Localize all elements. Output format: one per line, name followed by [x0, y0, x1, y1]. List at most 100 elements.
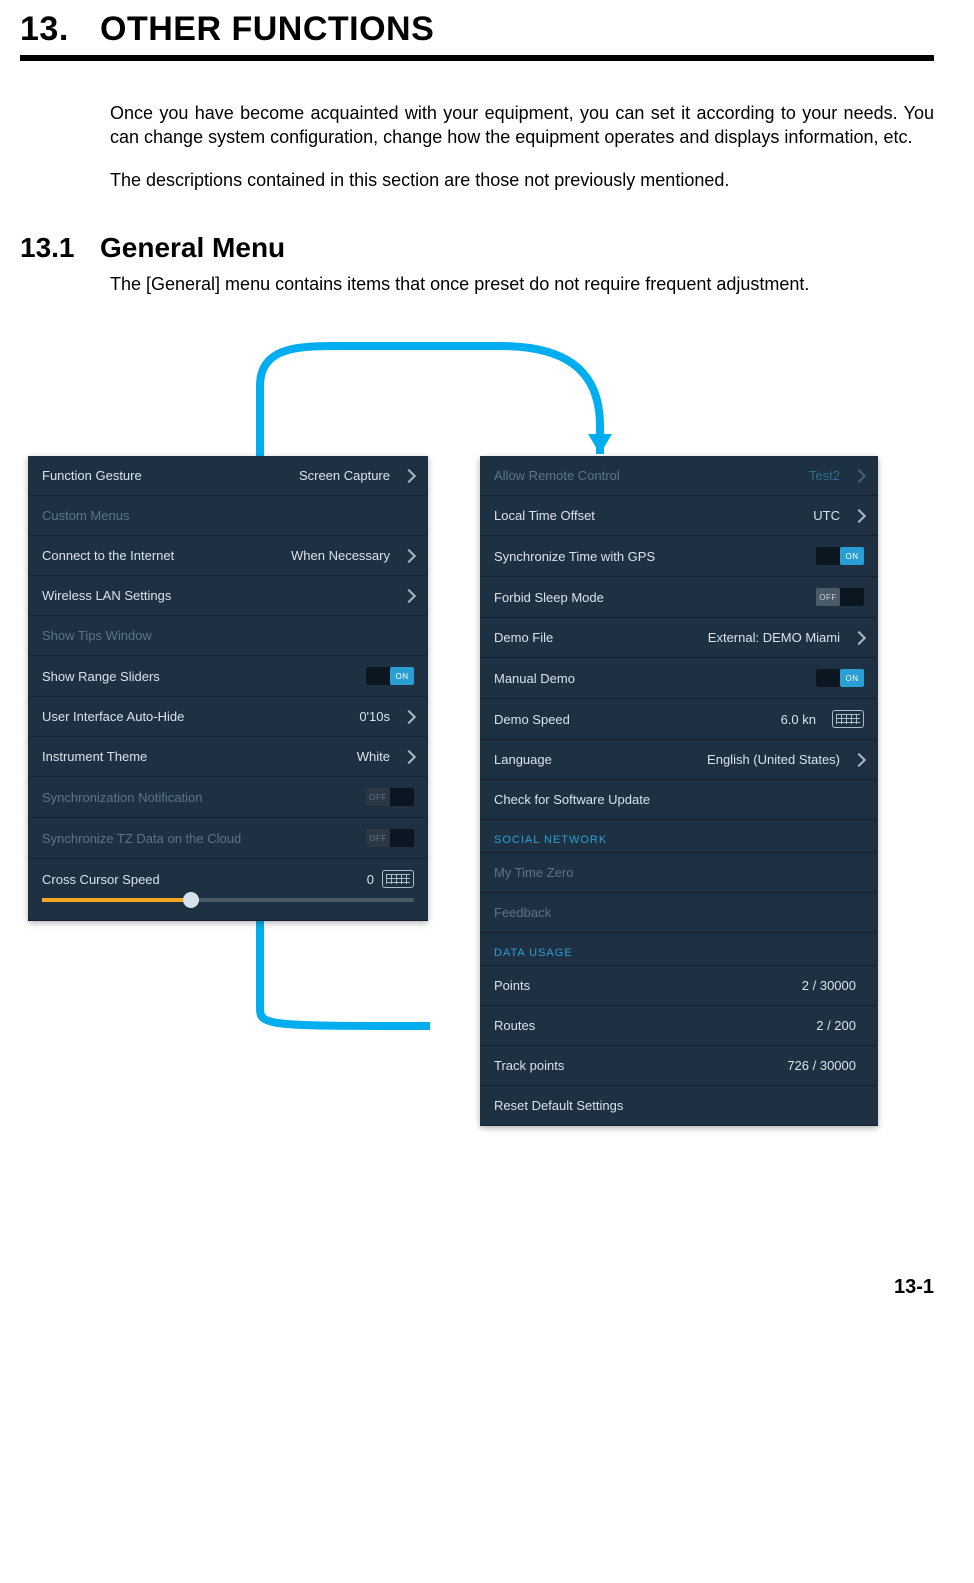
chevron-right-icon [402, 549, 416, 563]
row-sync-notification: Synchronization Notification OFF [28, 777, 428, 818]
row-custom-menus: Custom Menus [28, 496, 428, 536]
section-title: 13.1General Menu [20, 232, 934, 264]
slider-track[interactable] [42, 898, 414, 902]
label: Demo Speed [494, 712, 781, 727]
figure-area: Function Gesture Screen Capture Custom M… [20, 326, 934, 1256]
label: Points [494, 978, 802, 993]
section-header-data-usage: DATA USAGE [480, 933, 878, 966]
row-demo-file[interactable]: Demo File External: DEMO Miami [480, 618, 878, 658]
value: 2 / 200 [816, 1018, 856, 1033]
row-language[interactable]: Language English (United States) [480, 740, 878, 780]
label: Feedback [494, 905, 864, 920]
chevron-right-icon [852, 631, 866, 645]
label: Synchronize TZ Data on the Cloud [42, 831, 366, 846]
settings-panel-left: Function Gesture Screen Capture Custom M… [28, 456, 428, 921]
section-paragraph: The [General] menu contains items that o… [110, 272, 934, 296]
chevron-right-icon [402, 469, 416, 483]
label: Allow Remote Control [494, 468, 809, 483]
row-demo-speed[interactable]: Demo Speed 6.0 kn [480, 699, 878, 740]
label: Routes [494, 1018, 816, 1033]
toggle-knob: ON [390, 667, 414, 685]
label: Reset Default Settings [494, 1098, 864, 1113]
toggle-knob: OFF [816, 588, 840, 606]
label: User Interface Auto-Hide [42, 709, 359, 724]
keyboard-icon[interactable] [832, 710, 864, 728]
value: When Necessary [291, 548, 390, 563]
value: 0'10s [359, 709, 390, 724]
toggle-knob: OFF [366, 788, 390, 806]
row-wireless-lan[interactable]: Wireless LAN Settings [28, 576, 428, 616]
label: Wireless LAN Settings [42, 588, 398, 603]
row-cross-cursor-speed[interactable]: Cross Cursor Speed 0 [28, 859, 428, 921]
row-show-range-sliders[interactable]: Show Range Sliders ON [28, 656, 428, 697]
section-name: General Menu [100, 232, 285, 263]
value: 0 [367, 872, 374, 887]
row-instrument-theme[interactable]: Instrument Theme White [28, 737, 428, 777]
chapter-number: 13. [20, 10, 100, 49]
chevron-right-icon [852, 469, 866, 483]
chevron-right-icon [402, 750, 416, 764]
row-allow-remote: Allow Remote Control Test2 [480, 456, 878, 496]
label: Function Gesture [42, 468, 299, 483]
toggle-knob: OFF [366, 829, 390, 847]
slider-fill [42, 898, 191, 902]
chapter-name: OTHER FUNCTIONS [100, 10, 434, 48]
section-header-social: SOCIAL NETWORK [480, 820, 878, 853]
toggle-off[interactable]: OFF [816, 588, 864, 606]
chevron-right-icon [402, 589, 416, 603]
settings-panel-right: Allow Remote Control Test2 Local Time Of… [480, 456, 878, 1126]
label: Connect to the Internet [42, 548, 291, 563]
label: Show Range Sliders [42, 669, 366, 684]
chevron-right-icon [852, 509, 866, 523]
row-my-time-zero: My Time Zero [480, 853, 878, 893]
label: Demo File [494, 630, 708, 645]
toggle-on[interactable]: ON [816, 669, 864, 687]
toggle-on[interactable]: ON [816, 547, 864, 565]
label: Show Tips Window [42, 628, 414, 643]
value: UTC [813, 508, 840, 523]
toggle-on[interactable]: ON [366, 667, 414, 685]
row-manual-demo[interactable]: Manual Demo ON [480, 658, 878, 699]
label: Manual Demo [494, 671, 816, 686]
value: 726 / 30000 [787, 1058, 856, 1073]
label: Forbid Sleep Mode [494, 590, 816, 605]
value: English (United States) [707, 752, 840, 767]
keyboard-icon[interactable] [382, 870, 414, 888]
page-number: 13-1 [20, 1276, 934, 1299]
label: Check for Software Update [494, 792, 864, 807]
row-forbid-sleep[interactable]: Forbid Sleep Mode OFF [480, 577, 878, 618]
row-connect-internet[interactable]: Connect to the Internet When Necessary [28, 536, 428, 576]
label: Local Time Offset [494, 508, 813, 523]
row-local-time-offset[interactable]: Local Time Offset UTC [480, 496, 878, 536]
value: 6.0 kn [781, 712, 816, 727]
chevron-right-icon [402, 710, 416, 724]
value: Screen Capture [299, 468, 390, 483]
toggle-off: OFF [366, 788, 414, 806]
row-routes: Routes 2 / 200 [480, 1006, 878, 1046]
toggle-knob: ON [840, 669, 864, 687]
row-show-tips: Show Tips Window [28, 616, 428, 656]
label: Track points [494, 1058, 787, 1073]
value: White [357, 749, 390, 764]
row-check-update[interactable]: Check for Software Update [480, 780, 878, 820]
value: 2 / 30000 [802, 978, 856, 993]
label: Cross Cursor Speed [42, 872, 160, 887]
label: Instrument Theme [42, 749, 357, 764]
intro-paragraph-1: Once you have become acquainted with you… [110, 101, 934, 150]
slider-thumb[interactable] [183, 892, 199, 908]
toggle-knob: ON [840, 547, 864, 565]
row-sync-gps[interactable]: Synchronize Time with GPS ON [480, 536, 878, 577]
value: Test2 [809, 468, 840, 483]
row-sync-tz-cloud: Synchronize TZ Data on the Cloud OFF [28, 818, 428, 859]
row-reset-default[interactable]: Reset Default Settings [480, 1086, 878, 1126]
label: Language [494, 752, 707, 767]
row-ui-autohide[interactable]: User Interface Auto-Hide 0'10s [28, 697, 428, 737]
chevron-right-icon [852, 753, 866, 767]
row-track-points: Track points 726 / 30000 [480, 1046, 878, 1086]
toggle-off: OFF [366, 829, 414, 847]
row-feedback: Feedback [480, 893, 878, 933]
row-function-gesture[interactable]: Function Gesture Screen Capture [28, 456, 428, 496]
intro-paragraph-2: The descriptions contained in this secti… [110, 168, 934, 192]
label: My Time Zero [494, 865, 864, 880]
value: External: DEMO Miami [708, 630, 840, 645]
